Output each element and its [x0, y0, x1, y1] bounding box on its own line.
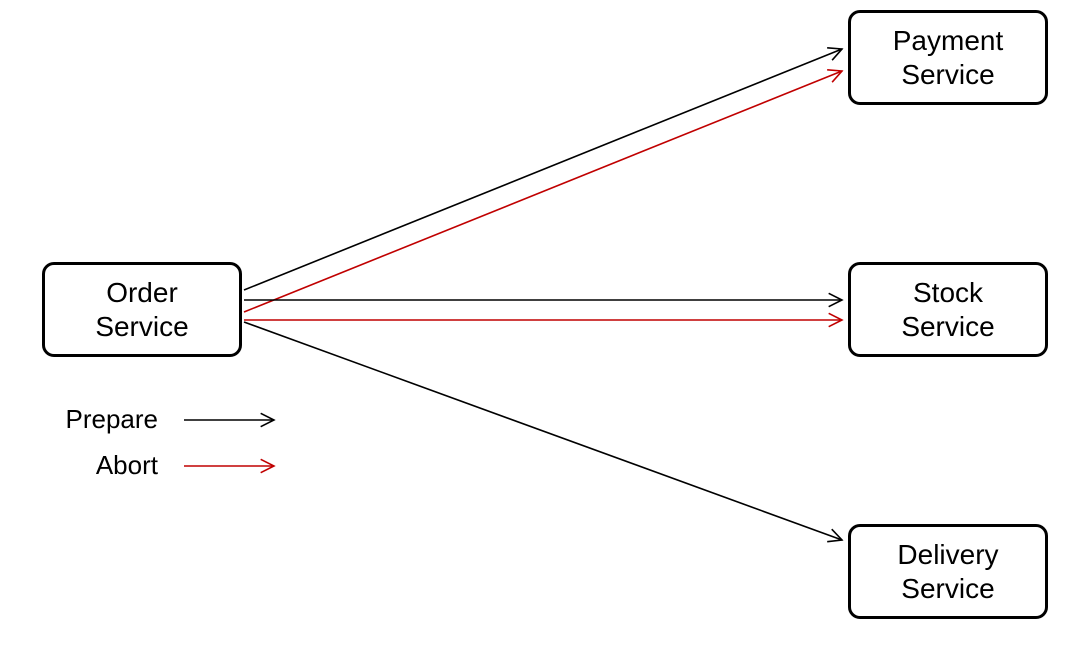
edge-order-delivery-prepare — [244, 322, 842, 540]
payment-service-node: Payment Service — [848, 10, 1048, 105]
order-service-label: Order Service — [95, 276, 188, 343]
delivery-service-node: Delivery Service — [848, 524, 1048, 619]
stock-service-node: Stock Service — [848, 262, 1048, 357]
delivery-service-label: Delivery Service — [897, 538, 998, 605]
stock-service-label: Stock Service — [901, 276, 994, 343]
legend-prepare-label: Prepare — [58, 404, 158, 435]
payment-service-label: Payment Service — [893, 24, 1004, 91]
order-service-node: Order Service — [42, 262, 242, 357]
edge-order-payment-abort — [244, 71, 842, 312]
edge-order-payment-prepare — [244, 49, 842, 290]
legend-abort-label: Abort — [58, 450, 158, 481]
